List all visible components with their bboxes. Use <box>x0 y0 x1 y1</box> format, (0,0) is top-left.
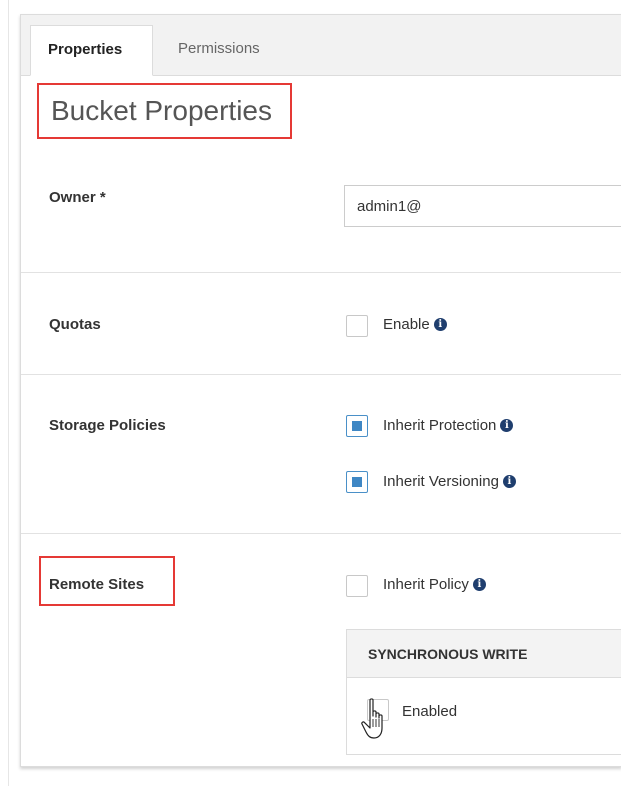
inherit-protection-checkbox[interactable] <box>346 415 368 437</box>
info-icon[interactable]: i <box>500 419 514 432</box>
inherit-protection-option: Inherit Protection i <box>383 417 514 434</box>
hand-pointer-icon <box>361 698 383 739</box>
sync-write-enabled-label: Enabled <box>402 703 458 720</box>
inherit-versioning-label: Inherit Versioning <box>383 473 499 490</box>
section-divider <box>21 374 621 375</box>
left-page-rule <box>8 0 9 786</box>
tab-properties[interactable]: Properties <box>30 25 153 76</box>
page-title: Bucket Properties <box>51 95 272 126</box>
tab-permissions[interactable]: Permissions <box>161 25 277 75</box>
inherit-versioning-checkbox[interactable] <box>346 471 368 493</box>
synchronous-write-header: SYNCHRONOUS WRITE <box>347 630 621 678</box>
tab-bar: Properties Permissions <box>21 15 621 76</box>
inherit-versioning-option: Inherit Versioning i <box>383 473 516 490</box>
quotas-enable-option: Enable i <box>383 316 447 333</box>
storage-policies-label: Storage Policies <box>49 417 166 434</box>
inherit-policy-label: Inherit Policy <box>383 576 469 593</box>
section-divider <box>21 272 621 273</box>
synchronous-write-title: SYNCHRONOUS WRITE <box>368 646 528 662</box>
page-title-highlight: Bucket Properties <box>37 83 292 139</box>
info-icon[interactable]: i <box>433 318 447 331</box>
info-icon[interactable]: i <box>502 475 516 488</box>
info-icon[interactable]: i <box>472 578 486 591</box>
quotas-label: Quotas <box>49 316 101 333</box>
owner-label: Owner * <box>49 189 106 206</box>
owner-input[interactable] <box>344 185 621 227</box>
inherit-policy-option: Inherit Policy i <box>383 576 486 593</box>
section-divider <box>21 533 621 534</box>
inherit-policy-checkbox[interactable] <box>346 575 368 597</box>
remote-sites-label: Remote Sites <box>49 576 145 593</box>
inherit-protection-label: Inherit Protection <box>383 417 497 434</box>
quotas-enable-label: Enable <box>383 316 430 333</box>
quotas-enable-checkbox[interactable] <box>346 315 368 337</box>
bucket-properties-panel: Properties Permissions Bucket Properties… <box>20 14 621 767</box>
